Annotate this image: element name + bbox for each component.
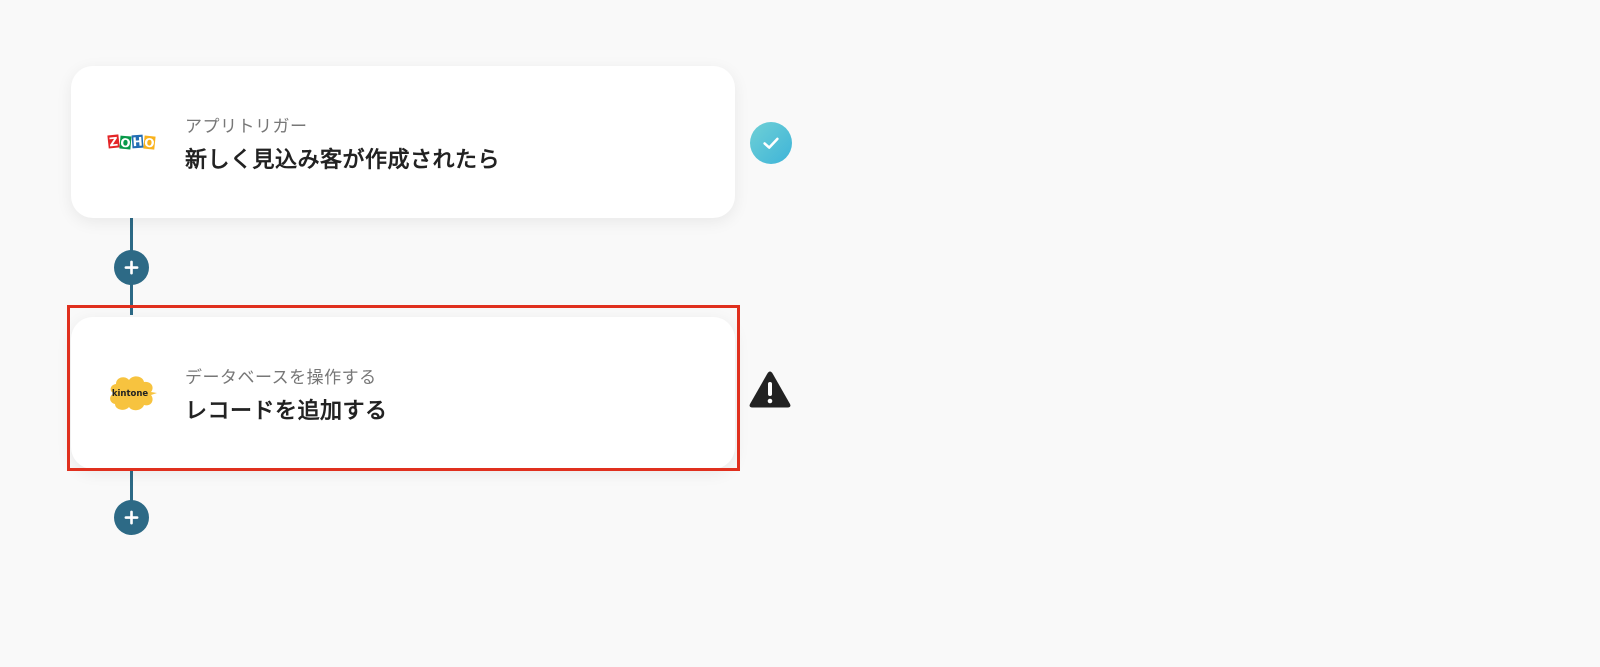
svg-text:H: H <box>132 135 143 150</box>
step-card-trigger[interactable]: Z O H O アプリトリガー 新しく見込み客が作成されたら <box>71 66 735 218</box>
plus-icon <box>124 260 139 275</box>
svg-text:O: O <box>144 136 156 151</box>
flow-canvas: Z O H O アプリトリガー 新しく見込み客が作成されたら kintone デ… <box>0 0 1600 667</box>
step-type-label: アプリトリガー <box>185 117 308 137</box>
add-step-button[interactable] <box>114 500 149 535</box>
step-title: 新しく見込み客が作成されたら <box>185 148 501 173</box>
check-circle-icon <box>750 122 792 164</box>
svg-text:O: O <box>120 136 131 151</box>
svg-text:Z: Z <box>109 134 119 149</box>
add-step-button[interactable] <box>114 250 149 285</box>
kintone-logo-icon: kintone <box>107 373 157 413</box>
step-card-action[interactable]: kintone データベースを操作する レコードを追加する <box>71 317 735 469</box>
flow-connector <box>130 280 133 315</box>
svg-text:kintone: kintone <box>112 389 149 399</box>
step-title: レコードを追加する <box>185 399 388 424</box>
plus-icon <box>124 510 139 525</box>
zoho-logo-icon: Z O H O <box>107 122 157 162</box>
step-type-label: データベースを操作する <box>185 368 377 388</box>
warning-triangle-icon <box>748 370 792 410</box>
